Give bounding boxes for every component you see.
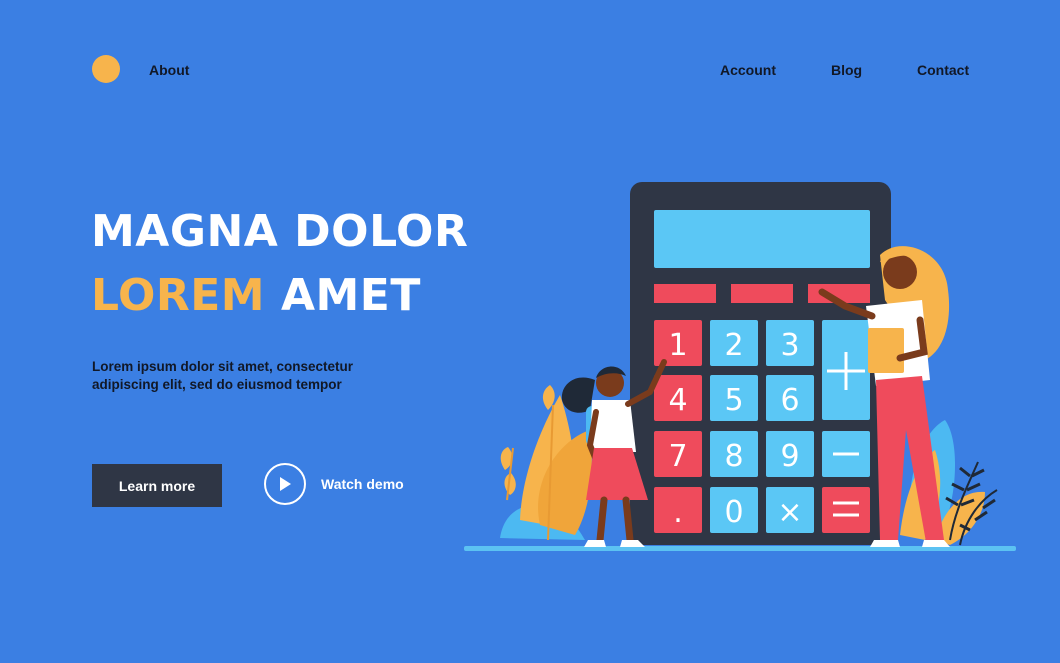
key-label: 2 <box>724 328 743 363</box>
calculator-top-key <box>654 284 716 303</box>
key-label: . <box>673 495 683 530</box>
key-label: 7 <box>668 439 687 474</box>
calculator-screen <box>654 210 870 268</box>
key-label: 6 <box>780 383 799 418</box>
key-label: 9 <box>780 439 799 474</box>
key-equals <box>822 487 870 533</box>
calculator-illustration: 1 2 3 4 5 6 7 8 9 . 0 × <box>464 182 1016 551</box>
key-label: 0 <box>724 495 743 530</box>
key-label: × <box>777 495 802 530</box>
calculator-top-key <box>731 284 793 303</box>
key-label: 5 <box>724 383 743 418</box>
key-label: 4 <box>668 383 687 418</box>
key-label: 3 <box>780 328 799 363</box>
key-label: 1 <box>668 328 687 363</box>
key-label: 8 <box>724 439 743 474</box>
